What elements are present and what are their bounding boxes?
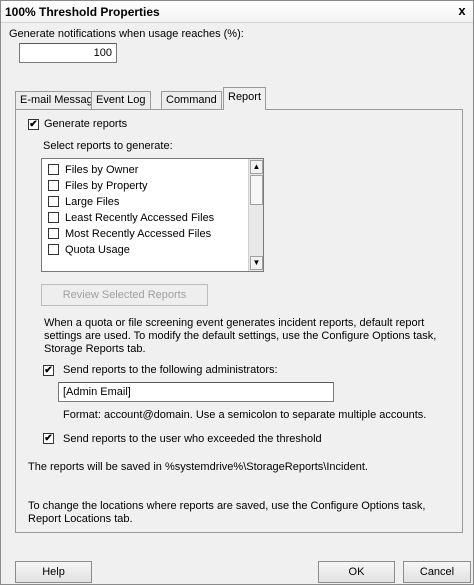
scroll-down-icon[interactable]: ▼ — [250, 256, 263, 270]
report-checkbox[interactable] — [48, 164, 59, 175]
reports-listbox[interactable]: Files by Owner Files by Property Large F… — [41, 158, 264, 272]
send-user-label: Send reports to the user who exceeded th… — [63, 433, 322, 445]
title-bar: 100% Threshold Properties x — [1, 1, 473, 23]
listbox-scrollbar[interactable]: ▲ ▼ — [248, 159, 263, 271]
window-title: 100% Threshold Properties — [5, 5, 160, 19]
admin-email-input[interactable]: [Admin Email] — [58, 382, 334, 402]
scroll-thumb[interactable] — [250, 175, 263, 205]
report-label: Quota Usage — [65, 244, 130, 256]
report-checkbox[interactable] — [48, 244, 59, 255]
cancel-button[interactable]: Cancel — [403, 561, 471, 583]
change-location-text: To change the locations where reports ar… — [28, 500, 426, 525]
scroll-up-icon[interactable]: ▲ — [250, 160, 263, 174]
generate-reports-checkbox[interactable]: ✔ — [28, 119, 39, 130]
report-checkbox[interactable] — [48, 228, 59, 239]
tab-report[interactable]: Report — [223, 87, 267, 110]
help-button[interactable]: Help — [15, 561, 92, 583]
saved-location-text: The reports will be saved in %systemdriv… — [28, 461, 368, 473]
incident-report-info-text: When a quota or file screening event gen… — [44, 317, 437, 355]
ok-button[interactable]: OK — [318, 561, 395, 583]
report-checkbox[interactable] — [48, 212, 59, 223]
report-label: Files by Owner — [65, 164, 139, 176]
report-label: Large Files — [65, 196, 120, 208]
select-reports-label: Select reports to generate: — [43, 140, 173, 152]
threshold-properties-dialog: 100% Threshold Properties x Generate not… — [0, 0, 474, 585]
report-label: Least Recently Accessed Files — [65, 212, 215, 224]
send-admins-label: Send reports to the following administra… — [63, 364, 278, 376]
threshold-label: Generate notifications when usage reache… — [9, 28, 244, 40]
report-checkbox[interactable] — [48, 196, 59, 207]
review-selected-reports-button[interactable]: Review Selected Reports — [41, 284, 208, 306]
email-format-hint: Format: account@domain. Use a semicolon … — [63, 409, 427, 421]
send-admins-checkbox[interactable]: ✔ — [43, 365, 54, 376]
report-checkbox[interactable] — [48, 180, 59, 191]
send-user-checkbox[interactable]: ✔ — [43, 433, 54, 444]
tab-event-log[interactable]: Event Log — [91, 91, 151, 109]
close-icon[interactable]: x — [453, 3, 471, 20]
generate-reports-label: Generate reports — [44, 118, 128, 130]
threshold-input[interactable]: 100 — [19, 43, 117, 63]
report-label: Files by Property — [65, 180, 148, 192]
report-label: Most Recently Accessed Files — [65, 228, 212, 240]
tab-command[interactable]: Command — [161, 91, 222, 109]
